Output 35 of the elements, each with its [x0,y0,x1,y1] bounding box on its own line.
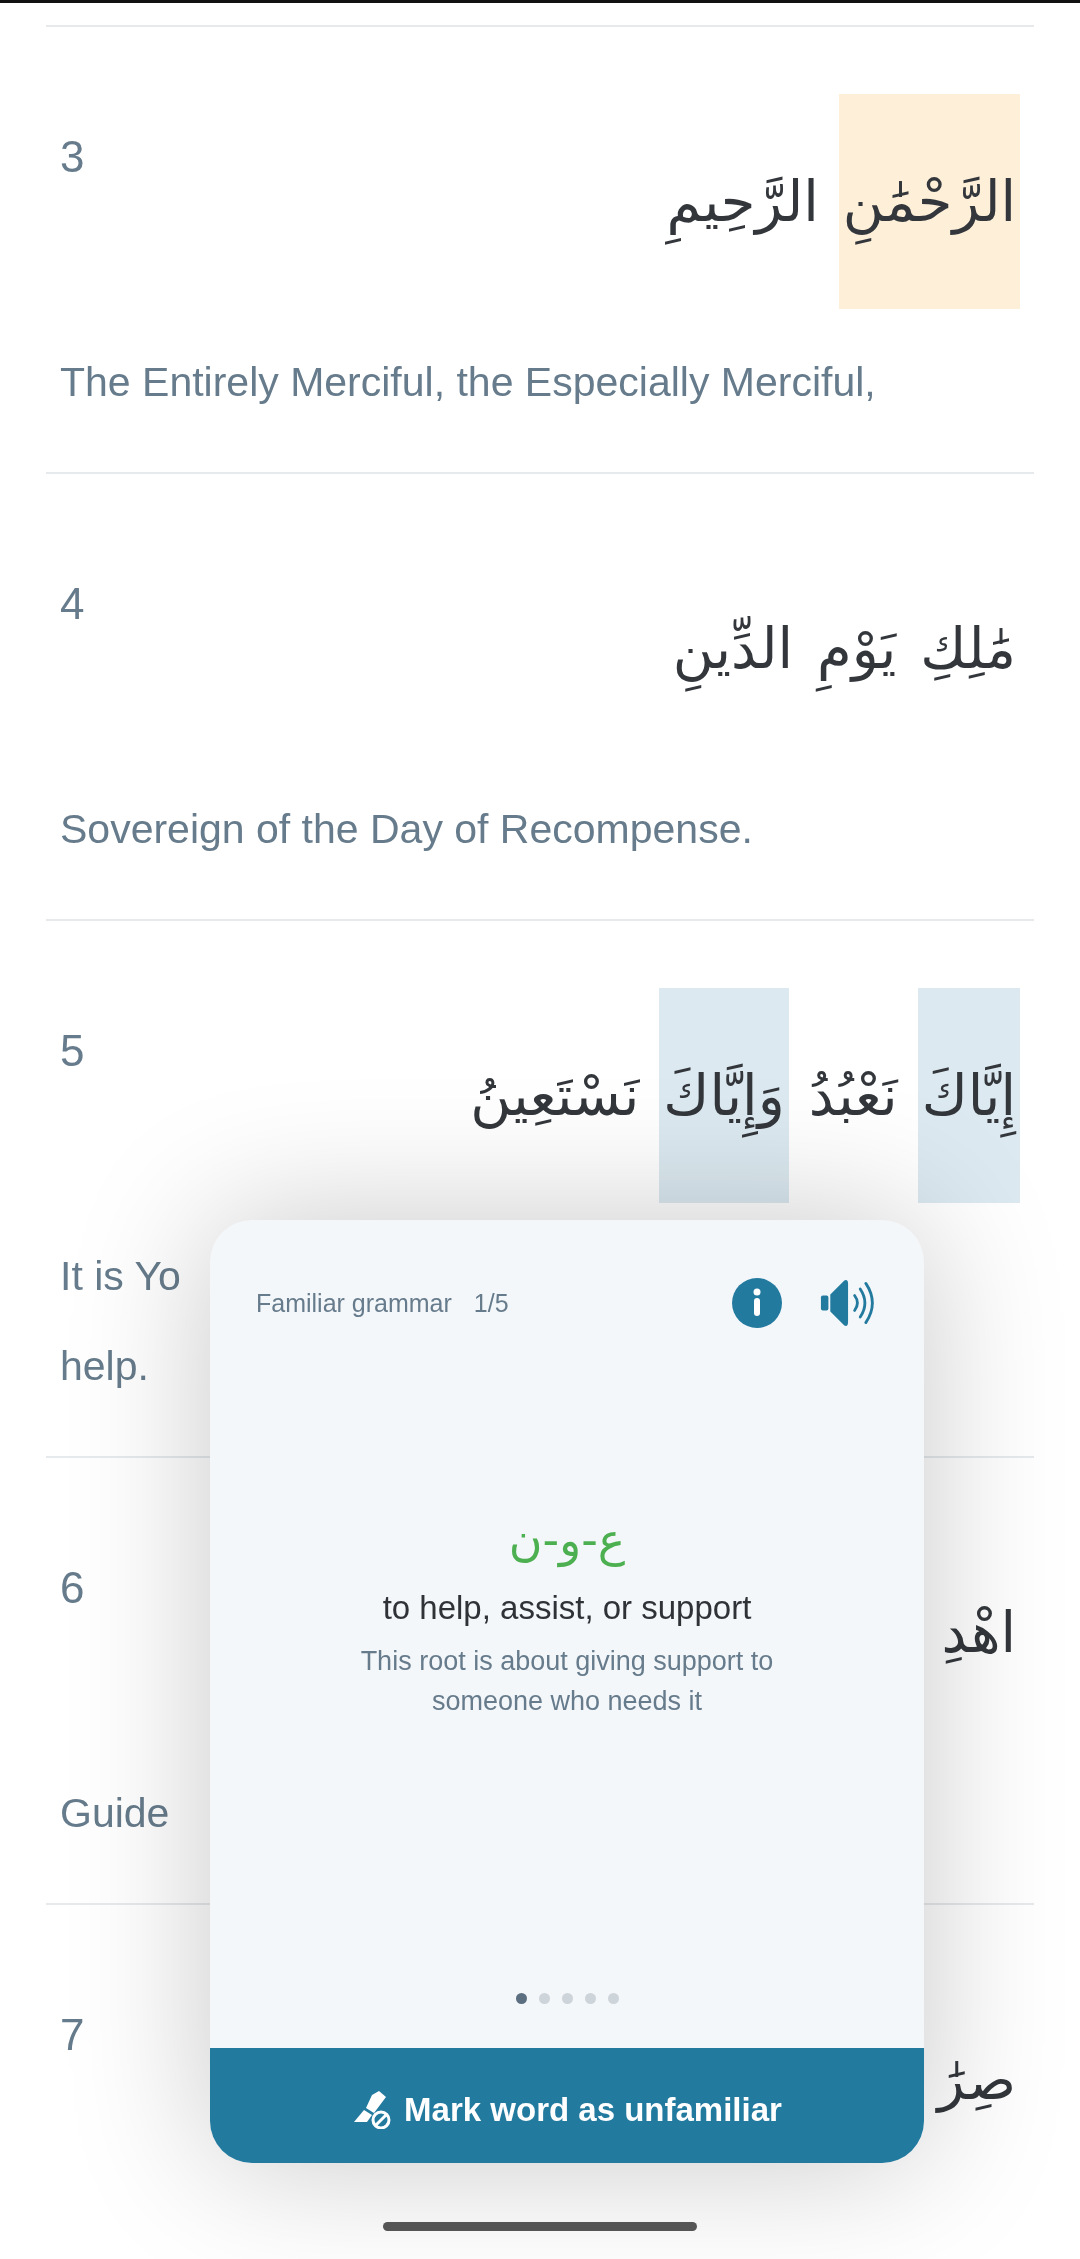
translation-text: The Entirely Merciful, the Especially Merciful, [60,358,876,407]
arabic-word[interactable]: يَوْمِ [813,541,901,756]
verse-number: 3 [60,131,86,182]
page-dot[interactable] [607,1993,619,2004]
highlighted-word[interactable]: إِيَّاكَ [917,988,1020,1203]
page-dot[interactable] [515,1993,527,2004]
arabic-word[interactable]: صِرَٰ [933,1972,1020,2187]
page-dot[interactable] [584,1993,596,2004]
page-counter: 1/5 [473,1288,509,1318]
page-dot[interactable] [561,1993,573,2004]
description-text: This root is about giving support to someone who needs it [359,1645,775,1718]
arabic-word[interactable]: الدِّينِ [668,541,798,756]
mark-unfamiliar-button[interactable]: Mark word as unfamiliar [210,2048,924,2163]
home-indicator[interactable] [383,2222,697,2231]
verse-number: 4 [60,578,86,629]
eraser-icon [352,2090,393,2129]
verse-number: 7 [60,2009,86,2060]
translation-text: It is Yo [60,1252,181,1301]
highlighted-word[interactable]: الرَّحْمَٰنِ [838,94,1020,309]
arabic-word[interactable]: اهْدِ [937,1525,1020,1740]
translation-text: help. [60,1342,149,1391]
arabic-word[interactable]: الرَّحِيمِ [662,94,823,309]
info-icon[interactable] [732,1278,782,1328]
arabic-word[interactable]: نَعْبُدُ [804,988,902,1203]
verse-number: 6 [60,1562,86,1613]
translation-text: Guide [60,1789,170,1838]
arabic-word[interactable]: مَٰلِكِ [916,541,1020,756]
verse-number: 5 [60,1025,86,1076]
page-dot[interactable] [538,1993,550,2004]
popup-title: Familiar grammar [256,1288,452,1318]
arabic-root: ع-و-ن [508,1513,626,1567]
highlighted-word[interactable]: وَإِيَّاكَ [659,988,789,1203]
meaning-text: to help, assist, or support [382,1589,752,1627]
translation-text: Sovereign of the Day of Recompense. [60,805,753,854]
arabic-word[interactable]: نَسْتَعِينُ [466,988,644,1203]
